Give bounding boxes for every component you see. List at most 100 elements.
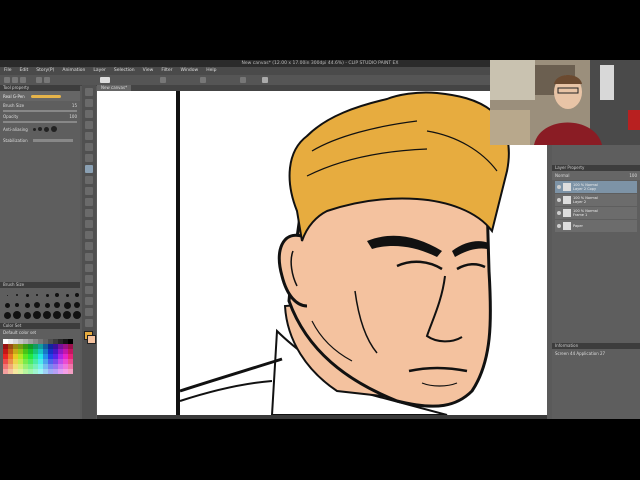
brush-size-preset[interactable] (23, 311, 31, 319)
clear-icon[interactable] (160, 77, 166, 83)
save-icon[interactable] (20, 77, 26, 83)
snap-icon[interactable] (240, 77, 246, 83)
info-line: Screen 44 Application 27 (555, 351, 606, 356)
eye-icon[interactable] (557, 224, 561, 228)
brush-size-preset[interactable] (73, 311, 81, 319)
brush-size-preset[interactable] (63, 301, 71, 309)
correct-line-tool-icon[interactable] (85, 319, 93, 327)
menu-item[interactable]: Window (176, 67, 202, 75)
aa-medium-option[interactable] (44, 126, 49, 132)
eyedropper-tool-icon[interactable] (85, 154, 93, 162)
sub-color-swatch[interactable] (87, 335, 96, 344)
color-indicator[interactable] (84, 331, 96, 351)
pen-tool-icon[interactable] (85, 165, 93, 173)
brush-size-preset[interactable] (73, 301, 81, 309)
brush-size-preset[interactable] (33, 301, 41, 309)
clip-studio-icon[interactable] (100, 77, 110, 83)
brush-size-preset[interactable] (33, 311, 41, 319)
brush-size-preset[interactable] (63, 291, 71, 299)
menu-item[interactable]: Layer (89, 67, 110, 75)
blend-tool-icon[interactable] (85, 231, 93, 239)
brush-tool-icon[interactable] (85, 187, 93, 195)
aa-strong-option[interactable] (51, 126, 57, 132)
menu-item[interactable]: Animation (58, 67, 89, 75)
layer-row[interactable]: 100 % Normal Layer 2 (555, 194, 637, 206)
layer-row[interactable]: 100 % Normal Frame 1 (555, 207, 637, 219)
auto-select-tool-icon[interactable] (85, 143, 93, 151)
aa-none-option[interactable] (33, 127, 36, 131)
brush-size-preset[interactable] (13, 301, 21, 309)
brush-size-preset[interactable] (43, 301, 51, 309)
brush-size-preset[interactable] (73, 291, 81, 299)
pencil-tool-icon[interactable] (85, 176, 93, 184)
brush-size-preset[interactable] (43, 311, 51, 319)
aa-weak-option[interactable] (38, 127, 42, 131)
eraser-tool-icon[interactable] (85, 220, 93, 228)
layer-thumbnail (563, 196, 571, 204)
text-tool-icon[interactable] (85, 297, 93, 305)
undo-icon[interactable] (36, 77, 42, 83)
fill-tool-icon[interactable] (85, 242, 93, 250)
open-file-icon[interactable] (12, 77, 18, 83)
brush-size-preset[interactable] (23, 301, 31, 309)
help-icon[interactable] (262, 77, 268, 83)
brush-size-row[interactable]: Brush Size 15 (0, 101, 80, 110)
operation-tool-icon[interactable] (85, 110, 93, 118)
figure-tool-icon[interactable] (85, 264, 93, 272)
ruler-tool-icon[interactable] (85, 286, 93, 294)
eye-icon[interactable] (557, 211, 561, 215)
brush-size-preset[interactable] (53, 301, 61, 309)
brush-size-preset[interactable] (3, 311, 11, 319)
brush-size-preset[interactable] (63, 311, 71, 319)
webcam-video-frame (490, 60, 640, 145)
move-layer-tool-icon[interactable] (85, 121, 93, 129)
menu-item[interactable]: Help (202, 67, 220, 75)
menu-item[interactable]: Edit (16, 67, 33, 75)
eye-icon[interactable] (557, 185, 561, 189)
decoration-tool-icon[interactable] (85, 209, 93, 217)
color-swatch-grid (3, 339, 77, 374)
opacity-row[interactable]: Opacity 100 (0, 112, 80, 121)
brush-size-preset[interactable] (23, 291, 31, 299)
new-file-icon[interactable] (4, 77, 10, 83)
layer-row[interactable]: 100 % Normal Layer 2 Copy (555, 181, 637, 193)
layer-opacity-value[interactable]: 100 (629, 173, 637, 178)
menu-item[interactable]: Story(P) (32, 67, 58, 75)
layer-subname: Frame 1 (573, 213, 588, 217)
antialiasing-row[interactable]: Anti-aliasing (0, 123, 80, 135)
color-set-name[interactable]: Default color set (0, 329, 80, 336)
blend-mode-select[interactable]: Normal (555, 173, 569, 178)
brush-size-preset[interactable] (13, 291, 21, 299)
brush-size-value[interactable]: 15 (72, 103, 77, 108)
layer-name: Paper (573, 224, 583, 228)
menu-item[interactable]: Filter (157, 67, 176, 75)
stabilization-row[interactable]: Stabilization (0, 135, 80, 146)
eye-icon[interactable] (557, 198, 561, 202)
brush-size-preset[interactable] (13, 311, 21, 319)
brush-size-preset[interactable] (33, 291, 41, 299)
brush-size-preset[interactable] (3, 291, 11, 299)
layer-blend-row[interactable]: Normal 100 (552, 171, 640, 180)
gradient-tool-icon[interactable] (85, 253, 93, 261)
canvas-paper[interactable] (97, 91, 547, 415)
brush-size-preset[interactable] (43, 291, 51, 299)
menu-item[interactable]: Selection (110, 67, 139, 75)
transform-icon[interactable] (200, 77, 206, 83)
color-swatch[interactable] (68, 369, 73, 374)
menu-item[interactable]: View (139, 67, 158, 75)
stabilization-slider[interactable] (33, 139, 73, 142)
selection-tool-icon[interactable] (85, 132, 93, 140)
layer-row[interactable]: Paper (555, 220, 637, 232)
move-tool-icon[interactable] (85, 99, 93, 107)
brush-size-preset[interactable] (53, 291, 61, 299)
airbrush-tool-icon[interactable] (85, 198, 93, 206)
zoom-tool-icon[interactable] (85, 88, 93, 96)
horizontal-scrollbar[interactable] (97, 415, 547, 419)
brush-size-preset[interactable] (3, 301, 11, 309)
brush-size-preset[interactable] (53, 311, 61, 319)
balloon-tool-icon[interactable] (85, 308, 93, 316)
frame-tool-icon[interactable] (85, 275, 93, 283)
opacity-value[interactable]: 100 (69, 114, 77, 119)
menu-item[interactable]: File (0, 67, 16, 75)
redo-icon[interactable] (44, 77, 50, 83)
